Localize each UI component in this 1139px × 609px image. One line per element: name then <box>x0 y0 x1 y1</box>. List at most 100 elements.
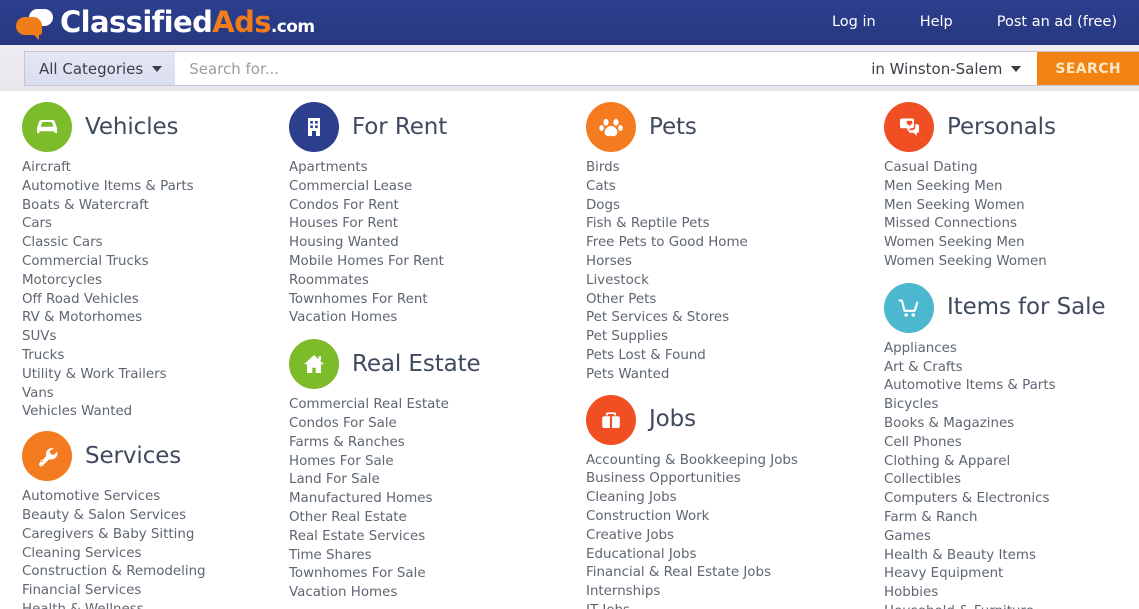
category-link[interactable]: Beauty & Salon Services <box>22 508 186 523</box>
wrench-icon <box>22 431 72 482</box>
category-link[interactable]: Apartments <box>289 160 368 175</box>
section-header-real-estate[interactable]: Real Estate <box>289 339 576 390</box>
category-link[interactable]: Classic Cars <box>22 235 103 250</box>
category-link[interactable]: Construction Work <box>586 509 709 524</box>
category-link[interactable]: Women Seeking Women <box>884 254 1047 269</box>
category-link[interactable]: Free Pets to Good Home <box>586 235 748 250</box>
category-link[interactable]: Commercial Real Estate <box>289 397 449 412</box>
category-link[interactable]: Cleaning Services <box>22 546 141 561</box>
category-link[interactable]: Games <box>884 529 931 544</box>
category-link[interactable]: Health & Wellness <box>22 602 144 609</box>
nav-login[interactable]: Log in <box>810 0 898 45</box>
category-link[interactable]: Missed Connections <box>884 216 1017 231</box>
category-link[interactable]: Cars <box>22 216 52 231</box>
category-dropdown[interactable]: All Categories <box>25 52 176 85</box>
site-logo[interactable]: ClassifiedAds.com <box>14 0 315 45</box>
category-link[interactable]: Women Seeking Men <box>884 235 1025 250</box>
section-header-items-for-sale[interactable]: Items for Sale <box>884 282 1139 333</box>
category-link[interactable]: SUVs <box>22 329 56 344</box>
category-link[interactable]: Boats & Watercraft <box>22 198 149 213</box>
category-link[interactable]: Hobbies <box>884 585 938 600</box>
category-link[interactable]: Accounting & Bookkeeping Jobs <box>586 453 798 468</box>
category-link[interactable]: Household & Furniture <box>884 604 1034 609</box>
category-link[interactable]: Farms & Ranches <box>289 435 405 450</box>
category-link[interactable]: Time Shares <box>289 548 372 563</box>
category-link[interactable]: Vacation Homes <box>289 310 397 325</box>
category-link[interactable]: Automotive Items & Parts <box>22 179 194 194</box>
category-link[interactable]: Business Opportunities <box>586 471 741 486</box>
category-link[interactable]: Commercial Trucks <box>22 254 149 269</box>
category-link[interactable]: Homes For Sale <box>289 454 394 469</box>
category-link[interactable]: Collectibles <box>884 472 961 487</box>
category-link[interactable]: Financial Services <box>22 583 141 598</box>
category-link[interactable]: Men Seeking Women <box>884 198 1025 213</box>
category-link[interactable]: Livestock <box>586 273 649 288</box>
category-link[interactable]: Condos For Sale <box>289 416 397 431</box>
category-link[interactable]: Pets Wanted <box>586 367 669 382</box>
category-link[interactable]: Real Estate Services <box>289 529 425 544</box>
category-link[interactable]: Casual Dating <box>884 160 978 175</box>
category-link[interactable]: Fish & Reptile Pets <box>586 216 710 231</box>
category-link[interactable]: Aircraft <box>22 160 71 175</box>
category-link[interactable]: Cats <box>586 179 616 194</box>
category-link[interactable]: Motorcycles <box>22 273 102 288</box>
category-link[interactable]: Birds <box>586 160 620 175</box>
category-link[interactable]: Townhomes For Rent <box>289 292 428 307</box>
section-header-jobs[interactable]: Jobs <box>586 394 871 445</box>
category-link[interactable]: Townhomes For Sale <box>289 566 426 581</box>
category-link[interactable]: Appliances <box>884 341 957 356</box>
section-header-pets[interactable]: Pets <box>586 102 871 152</box>
category-link[interactable]: Heavy Equipment <box>884 566 1003 581</box>
category-link[interactable]: Housing Wanted <box>289 235 399 250</box>
category-link[interactable]: Health & Beauty Items <box>884 548 1036 563</box>
category-link[interactable]: Cleaning Jobs <box>586 490 677 505</box>
category-link[interactable]: Vehicles Wanted <box>22 404 132 419</box>
category-link[interactable]: Bicycles <box>884 397 939 412</box>
category-link[interactable]: Art & Crafts <box>884 360 963 375</box>
category-link[interactable]: Roommates <box>289 273 369 288</box>
category-link[interactable]: Automotive Services <box>22 489 160 504</box>
category-link[interactable]: Land For Sale <box>289 472 380 487</box>
category-link[interactable]: Commercial Lease <box>289 179 412 194</box>
category-link[interactable]: Financial & Real Estate Jobs <box>586 565 771 580</box>
category-link[interactable]: Educational Jobs <box>586 547 696 562</box>
nav-help[interactable]: Help <box>898 0 975 45</box>
category-link[interactable]: Vacation Homes <box>289 585 397 600</box>
category-link[interactable]: Pet Supplies <box>586 329 668 344</box>
category-link[interactable]: Caregivers & Baby Sitting <box>22 527 194 542</box>
category-link[interactable]: Vans <box>22 386 54 401</box>
category-link[interactable]: Computers & Electronics <box>884 491 1049 506</box>
category-link[interactable]: Books & Magazines <box>884 416 1014 431</box>
category-link[interactable]: Pets Lost & Found <box>586 348 706 363</box>
category-link[interactable]: Farm & Ranch <box>884 510 978 525</box>
section-header-services[interactable]: Services <box>22 431 281 482</box>
category-link[interactable]: Construction & Remodeling <box>22 564 206 579</box>
category-link[interactable]: Other Real Estate <box>289 510 407 525</box>
category-link[interactable]: Cell Phones <box>884 435 962 450</box>
category-link[interactable]: Clothing & Apparel <box>884 454 1010 469</box>
category-link[interactable]: RV & Motorhomes <box>22 310 142 325</box>
category-link[interactable]: Internships <box>586 584 660 599</box>
category-link[interactable]: Utility & Work Trailers <box>22 367 167 382</box>
category-link[interactable]: Manufactured Homes <box>289 491 432 506</box>
category-link[interactable]: Condos For Rent <box>289 198 399 213</box>
location-dropdown[interactable]: in Winston-Salem <box>861 52 1037 85</box>
category-link[interactable]: Automotive Items & Parts <box>884 378 1056 393</box>
category-link[interactable]: Other Pets <box>586 292 656 307</box>
category-link[interactable]: Pet Services & Stores <box>586 310 729 325</box>
section-header-for-rent[interactable]: For Rent <box>289 102 576 152</box>
section-header-vehicles[interactable]: Vehicles <box>22 102 281 152</box>
category-link[interactable]: Creative Jobs <box>586 528 674 543</box>
section-header-personals[interactable]: Personals <box>884 102 1139 152</box>
category-link[interactable]: Houses For Rent <box>289 216 398 231</box>
category-link[interactable]: Dogs <box>586 198 620 213</box>
search-input[interactable] <box>175 52 862 85</box>
category-link[interactable]: Off Road Vehicles <box>22 292 139 307</box>
search-button[interactable]: SEARCH <box>1037 52 1139 85</box>
category-link[interactable]: Mobile Homes For Rent <box>289 254 444 269</box>
category-link[interactable]: IT Jobs <box>586 603 630 609</box>
category-link[interactable]: Horses <box>586 254 632 269</box>
nav-post-ad[interactable]: Post an ad (free) <box>975 0 1139 45</box>
category-link[interactable]: Trucks <box>22 348 64 363</box>
category-link[interactable]: Men Seeking Men <box>884 179 1003 194</box>
